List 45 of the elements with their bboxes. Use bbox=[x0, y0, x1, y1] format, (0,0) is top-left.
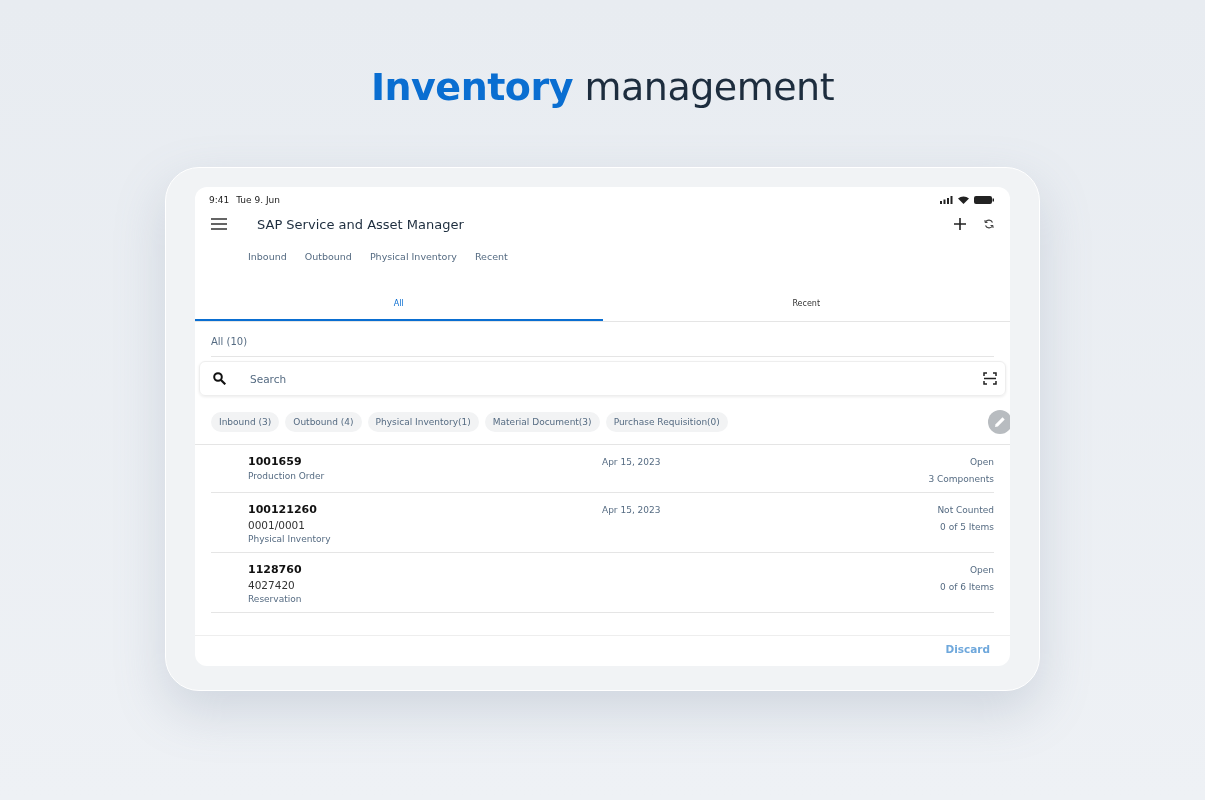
filter-chip[interactable]: Material Document(3) bbox=[484, 412, 600, 432]
scan-icon[interactable] bbox=[983, 372, 997, 385]
order-type: Physical Inventory bbox=[248, 534, 332, 544]
item-count: 3 Components bbox=[928, 474, 994, 484]
order-number: 1001659 bbox=[248, 455, 303, 468]
nav-link[interactable]: Inbound bbox=[248, 251, 287, 271]
reference-number: 0001/0001 bbox=[248, 519, 306, 531]
list-count: All (10) bbox=[211, 322, 994, 357]
pencil-icon bbox=[994, 416, 1006, 428]
nav-link[interactable]: Outbound bbox=[304, 251, 352, 271]
sync-icon bbox=[984, 219, 994, 229]
item-count: 0 of 6 Items bbox=[940, 582, 994, 592]
order-number: 1128760 bbox=[248, 563, 303, 576]
status-date: Tue 9. Jun bbox=[236, 195, 280, 205]
battery-icon bbox=[974, 196, 994, 204]
search-bar[interactable]: Search bbox=[199, 361, 1006, 396]
list-row[interactable]: 1001659 Production Order Apr 15, 2023 Open 3 Components bbox=[211, 445, 994, 493]
nav-link[interactable]: Recent bbox=[474, 251, 508, 271]
order-number: 100121260 bbox=[248, 503, 318, 516]
list-row[interactable]: 1128760 4027420 Reservation Open 0 of 6 Items bbox=[211, 553, 994, 613]
app-title: SAP Service and Asset Manager bbox=[257, 216, 464, 232]
filter-chip[interactable]: Purchase Requisition(0) bbox=[605, 412, 728, 432]
plus-icon bbox=[954, 218, 966, 230]
search-icon bbox=[213, 372, 226, 385]
filter-chip[interactable]: Inbound (3) bbox=[211, 412, 280, 432]
status-text: Not Counted bbox=[937, 505, 994, 515]
order-date: Apr 15, 2023 bbox=[602, 457, 661, 467]
filter-chip[interactable]: Physical Inventory(1) bbox=[367, 412, 479, 432]
reference-number: 4027420 bbox=[248, 579, 296, 591]
menu-icon bbox=[211, 218, 227, 230]
filter-chip[interactable]: Outbound (4) bbox=[285, 412, 362, 432]
list-row[interactable]: 100121260 0001/0001 Physical Inventory Apr 15, 2023 Not Counted 0 of 5 Items bbox=[211, 493, 994, 553]
status-text: Open bbox=[969, 457, 994, 467]
order-type: Production Order bbox=[248, 471, 326, 481]
tab[interactable]: Recent bbox=[602, 287, 1010, 321]
signal-icon bbox=[940, 196, 953, 204]
order-type: Reservation bbox=[248, 594, 303, 604]
order-date: Apr 15, 2023 bbox=[602, 505, 661, 515]
item-count: 0 of 5 Items bbox=[940, 522, 994, 532]
page-headline: Inventory management bbox=[370, 64, 835, 110]
wifi-icon bbox=[958, 196, 969, 204]
status-text: Open bbox=[969, 565, 994, 575]
tab[interactable]: All bbox=[195, 287, 603, 321]
status-time: 9:41 bbox=[209, 195, 230, 205]
nav-link[interactable]: Physical Inventory bbox=[369, 251, 457, 271]
